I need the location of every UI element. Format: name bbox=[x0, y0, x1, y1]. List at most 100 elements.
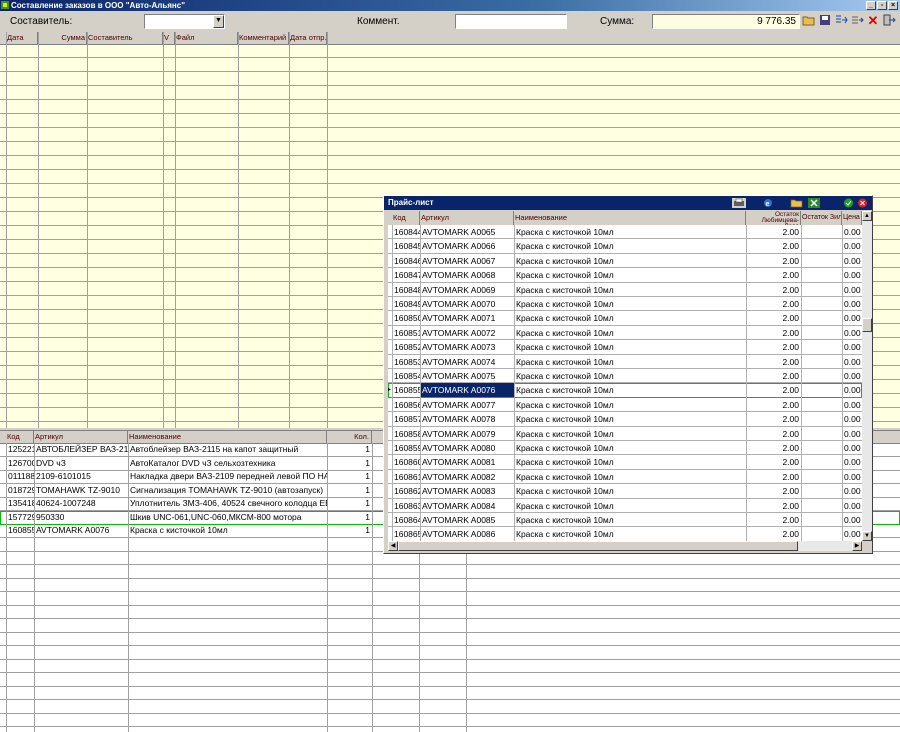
col-file[interactable]: Файл bbox=[175, 32, 238, 44]
col-sum[interactable]: Сумма bbox=[38, 32, 87, 44]
col-send-date[interactable]: Дата отпр. bbox=[289, 32, 327, 44]
price-row[interactable]: 160847 AVTOMARK A0068 Краска с кисточкой 1… bbox=[388, 268, 862, 283]
col-comment[interactable]: Комментарий bbox=[238, 32, 289, 44]
pl-name: Краска с кисточкой 10мл bbox=[516, 443, 614, 453]
delete-icon[interactable]: ✕ bbox=[866, 14, 880, 28]
price-row[interactable]: 160844 AVTOMARK A0065 Краска с кисточкой 1… bbox=[388, 225, 862, 240]
price-row[interactable]: 160861 AVTOMARK A0082 Краска с кисточкой 1… bbox=[388, 469, 862, 485]
price-row[interactable]: ▸ 160855 AVTOMARK A0076 Краска с кисточкой … bbox=[388, 383, 862, 398]
export-icon[interactable] bbox=[834, 14, 848, 28]
price-row[interactable]: 160858 AVTOMARK A0079 Краска с кисточкой 1… bbox=[388, 426, 862, 441]
price-list-titlebar[interactable]: Прайс-лист e bbox=[384, 196, 872, 210]
excel-icon[interactable] bbox=[808, 198, 820, 208]
comment-input[interactable] bbox=[455, 14, 567, 29]
pl-stock2 bbox=[801, 484, 842, 498]
orders-grid-row[interactable] bbox=[0, 170, 900, 184]
price-row[interactable]: 160845 AVTOMARK A0066 Краска с кисточкой 1… bbox=[388, 239, 862, 254]
pl-col-name[interactable]: Наименование bbox=[514, 211, 746, 225]
hscroll-thumb[interactable] bbox=[398, 541, 798, 551]
pl-price: 0.00 bbox=[844, 241, 861, 252]
price-row[interactable]: 160860 AVTOMARK A0081 Краска с кисточкой 1… bbox=[388, 455, 862, 470]
scroll-up-icon[interactable]: ▲ bbox=[862, 211, 872, 221]
price-row[interactable]: 160864 AVTOMARK A0085 Краска с кисточкой 1… bbox=[388, 513, 862, 528]
browser-icon[interactable]: e bbox=[762, 198, 774, 208]
table-row[interactable] bbox=[0, 592, 900, 606]
print-icon[interactable] bbox=[732, 198, 746, 208]
open-folder-icon[interactable] bbox=[801, 14, 815, 28]
table-row[interactable] bbox=[0, 673, 900, 687]
scroll-down-icon[interactable]: ▼ bbox=[862, 531, 872, 541]
orders-grid-row[interactable] bbox=[0, 114, 900, 128]
minimize-button[interactable]: _ bbox=[866, 1, 876, 10]
price-row[interactable]: 160865 AVTOMARK A0086 Краска с кисточкой 1… bbox=[388, 527, 862, 541]
price-row[interactable]: 160859 AVTOMARK A0080 Краска с кисточкой 1… bbox=[388, 441, 862, 456]
table-row[interactable] bbox=[0, 605, 900, 619]
price-row[interactable]: 160850 AVTOMARK A0071 Краска с кисточкой 1… bbox=[388, 311, 862, 326]
orders-grid-row[interactable] bbox=[0, 86, 900, 100]
price-row[interactable]: 160854 AVTOMARK A0075 Краска с кисточкой 1… bbox=[388, 369, 862, 384]
table-row[interactable] bbox=[0, 632, 900, 646]
table-row[interactable] bbox=[0, 659, 900, 673]
price-list-vscrollbar[interactable]: ▲ ▼ bbox=[862, 211, 872, 541]
col-v[interactable]: V bbox=[163, 32, 175, 44]
price-row[interactable]: 160852 AVTOMARK A0073 Краска с кисточкой 1… bbox=[388, 340, 862, 355]
scroll-thumb[interactable] bbox=[862, 318, 872, 332]
orders-grid-row[interactable] bbox=[0, 100, 900, 114]
exit-icon[interactable] bbox=[882, 14, 896, 28]
price-row[interactable]: 160862 AVTOMARK A0083 Краска с кисточкой 1… bbox=[388, 484, 862, 499]
orders-grid-row[interactable] bbox=[0, 72, 900, 86]
scroll-right-icon[interactable]: ▶ bbox=[852, 541, 862, 551]
col-code[interactable]: Код bbox=[6, 431, 34, 443]
col-article[interactable]: Артикул bbox=[34, 431, 128, 443]
table-row[interactable] bbox=[0, 713, 900, 727]
item-name: Накладка двери ВАЗ-2109 передней левой П… bbox=[130, 471, 327, 481]
col-name[interactable]: Наименование bbox=[128, 431, 327, 443]
price-row[interactable]: 160851 AVTOMARK A0072 Краска с кисточкой 1… bbox=[388, 325, 862, 341]
price-row[interactable]: 160853 AVTOMARK A0074 Краска с кисточкой 1… bbox=[388, 354, 862, 369]
restore-button[interactable]: ▫ bbox=[877, 1, 887, 10]
orders-grid-row[interactable] bbox=[0, 58, 900, 72]
ok-icon[interactable] bbox=[843, 198, 854, 208]
folder-icon[interactable] bbox=[790, 198, 803, 208]
orders-grid-row[interactable] bbox=[0, 142, 900, 156]
col-date[interactable]: Дата bbox=[6, 32, 38, 44]
table-row[interactable] bbox=[0, 700, 900, 714]
table-row[interactable] bbox=[0, 565, 900, 579]
pl-col-article[interactable]: Артикул bbox=[420, 211, 514, 225]
col-author[interactable]: Составитель bbox=[87, 32, 163, 44]
pl-col-price[interactable]: Цена bbox=[842, 211, 862, 225]
price-row[interactable]: 160846 AVTOMARK A0067 Краска с кисточкой 1… bbox=[388, 253, 862, 269]
price-row[interactable]: 160849 AVTOMARK A0070 Краска с кисточкой 1… bbox=[388, 297, 862, 312]
price-row[interactable]: 160857 AVTOMARK A0078 Краска с кисточкой 1… bbox=[388, 412, 862, 427]
pl-col-stock2[interactable]: Остаток Зил bbox=[801, 211, 842, 225]
author-select[interactable]: ▼ bbox=[144, 14, 225, 29]
pl-col-stock[interactable]: Остаток Любимцева-Лоса bbox=[746, 211, 801, 225]
item-qty: 1 bbox=[365, 471, 370, 481]
orders-grid-row[interactable] bbox=[0, 128, 900, 142]
close-icon[interactable] bbox=[857, 198, 868, 208]
pl-article: AVTOMARK A0085 bbox=[422, 515, 496, 525]
close-window-button[interactable]: × bbox=[888, 1, 898, 10]
orders-grid-row[interactable] bbox=[0, 156, 900, 170]
price-list-hscrollbar[interactable]: ◀ ▶ bbox=[388, 541, 862, 551]
price-row[interactable]: 160863 AVTOMARK A0084 Краска с кисточкой 1… bbox=[388, 498, 862, 513]
price-row[interactable]: 160848 AVTOMARK A0069 Краска с кисточкой 1… bbox=[388, 282, 862, 297]
table-row[interactable] bbox=[0, 619, 900, 633]
grid-line bbox=[87, 32, 88, 428]
pl-article: AVTOMARK A0074 bbox=[422, 356, 496, 367]
orders-grid-row[interactable] bbox=[0, 44, 900, 58]
pl-col-code[interactable]: Код bbox=[392, 211, 420, 225]
table-row[interactable] bbox=[0, 646, 900, 660]
col-qty[interactable]: Кол. bbox=[327, 431, 372, 443]
scroll-left-icon[interactable]: ◀ bbox=[388, 541, 398, 551]
price-list-grid[interactable]: Код Артикул Наименование Остаток Любимце… bbox=[388, 211, 862, 541]
table-row[interactable] bbox=[0, 686, 900, 700]
save-icon[interactable] bbox=[818, 14, 832, 28]
pl-price: 0.00 bbox=[844, 342, 861, 353]
price-list-window[interactable]: Прайс-лист e Код Артикул Наименование Ос… bbox=[383, 195, 873, 554]
forward-icon[interactable] bbox=[850, 14, 864, 28]
chevron-down-icon[interactable]: ▼ bbox=[213, 15, 224, 28]
price-row[interactable]: 160856 AVTOMARK A0077 Краска с кисточкой 1… bbox=[388, 397, 862, 413]
pl-stock: 2.00 bbox=[782, 471, 799, 482]
table-row[interactable] bbox=[0, 578, 900, 592]
